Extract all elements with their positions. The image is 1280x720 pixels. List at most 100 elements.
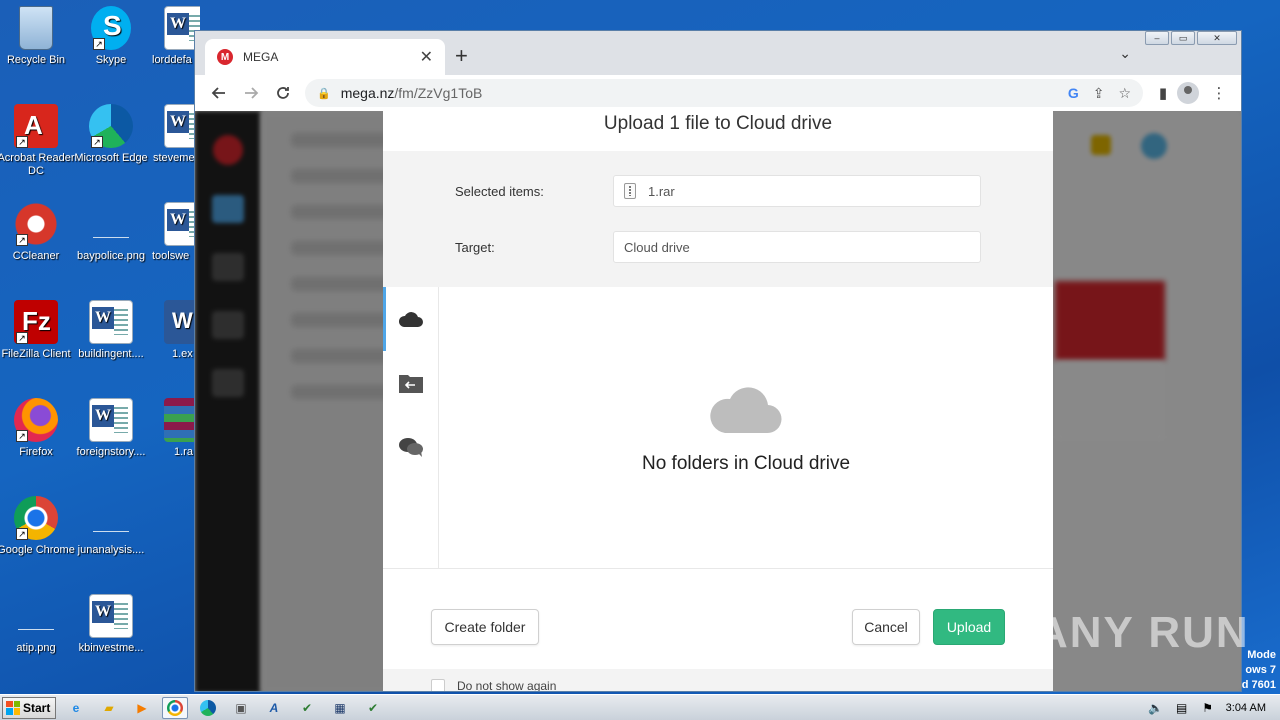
desktop-icon-steveme[interactable]: steveme <box>140 104 200 165</box>
desktop-icon-edge[interactable]: ↗ Microsoft Edge <box>71 104 151 165</box>
word-doc-icon <box>89 594 133 638</box>
target-value: Cloud drive <box>624 239 690 255</box>
image-file-icon <box>89 496 133 540</box>
os-text-line: Mode <box>1247 649 1276 661</box>
dialog-footer: Create folder Cancel Upload <box>383 569 1053 669</box>
dialog-title: Upload 1 file to Cloud drive <box>603 113 833 134</box>
dont-show-again-checkbox[interactable] <box>431 679 445 691</box>
font-app-taskbar-icon[interactable]: A <box>261 697 287 719</box>
volume-icon[interactable]: 🔈 <box>1148 701 1164 715</box>
firefox-icon: ↗ <box>14 398 58 442</box>
tab-incoming-shares[interactable] <box>383 351 438 415</box>
os-text-line: d 7601 <box>1241 679 1276 691</box>
desktop-icon-label: FileZilla Client <box>1 348 71 360</box>
start-button[interactable]: Start <box>2 696 56 719</box>
google-icon[interactable]: G <box>1068 85 1079 101</box>
upload-button[interactable]: Upload <box>933 609 1005 645</box>
window-taskbar-icon[interactable]: ▣ <box>228 697 254 719</box>
desktop-icon-label: buildingent.... <box>78 348 144 360</box>
desktop-icon-baypolice[interactable]: baypolice.png <box>71 202 151 263</box>
desktop-icon-toolswe[interactable]: toolswe <box>140 202 200 263</box>
share-icon[interactable]: ⇪ <box>1093 85 1105 102</box>
dialog-form: Selected items: 1.rar Target: Cloud driv… <box>383 151 1053 287</box>
desktop-icon-label: Acrobat Reader DC <box>0 152 75 177</box>
cloud-icon <box>398 312 423 327</box>
chrome-taskbar-icon[interactable] <box>162 696 188 719</box>
desktop-icon-kbinvestme[interactable]: kbinvestme... <box>71 594 151 655</box>
desktop-icon-1ex[interactable]: W 1.ex <box>140 300 200 361</box>
desktop-icon-atip[interactable]: atip.png <box>0 594 76 655</box>
tab-cloud-drive[interactable] <box>383 287 438 351</box>
empty-message: No folders in Cloud drive <box>641 452 851 474</box>
desktop-icon-junanalysis[interactable]: junanalysis.... <box>71 496 151 557</box>
explorer-taskbar-icon[interactable]: ▰ <box>96 697 122 719</box>
reload-button[interactable] <box>267 79 299 107</box>
side-panel-icon[interactable]: ▮ <box>1149 84 1177 102</box>
desktop-icon-foreignstory[interactable]: foreignstory.... <box>71 398 151 459</box>
dont-show-again-label: Do not show again <box>457 679 557 692</box>
clock[interactable]: 3:04 AM <box>1226 702 1266 714</box>
close-window-button[interactable]: ✕ <box>1197 31 1237 45</box>
desktop-icon-recycle-bin[interactable]: Recycle Bin <box>0 6 76 67</box>
desktop-icon-1ra[interactable]: 1.ra <box>140 398 200 459</box>
menu-kebab-icon[interactable]: ⋮ <box>1205 84 1233 102</box>
minimize-button[interactable]: – <box>1145 31 1169 45</box>
action-center-flag-icon[interactable]: ⚑ <box>1200 701 1216 715</box>
forward-button[interactable] <box>235 79 267 107</box>
desktop-icon-label: Skype <box>95 54 127 66</box>
tab-chats[interactable] <box>383 415 438 479</box>
desktop-icon-label: CCleaner <box>12 250 60 262</box>
media-player-taskbar-icon[interactable]: ▶ <box>129 697 155 719</box>
desktop-icon-label: toolswe <box>152 250 190 262</box>
back-button[interactable] <box>203 79 235 107</box>
checklist-taskbar-icon[interactable]: ✔ <box>294 697 320 719</box>
selected-items-field[interactable]: 1.rar <box>613 175 981 207</box>
edge-icon: ↗ <box>89 104 133 148</box>
edge-taskbar-icon[interactable] <box>195 697 221 719</box>
desktop-icon-ccleaner[interactable]: ↗ CCleaner <box>0 202 76 263</box>
ie-taskbar-icon[interactable]: e <box>63 697 89 719</box>
cancel-button[interactable]: Cancel <box>852 609 920 645</box>
desktop-icon-filezilla[interactable]: Fz ↗ FileZilla Client <box>0 300 76 361</box>
desktop-icon-firefox[interactable]: ↗ Firefox <box>0 398 76 459</box>
mega-page: Upload 1 file to Cloud drive Selected it… <box>195 111 1241 692</box>
tab-mega[interactable]: M MEGA ✕ <box>205 39 445 75</box>
tab-close-icon[interactable]: ✕ <box>420 47 433 67</box>
maximize-button[interactable]: ▭ <box>1171 31 1195 45</box>
word-doc-icon <box>89 398 133 442</box>
tasks-taskbar-icon[interactable]: ✔ <box>360 697 386 719</box>
network-app-taskbar-icon[interactable]: ▦ <box>327 697 353 719</box>
tab-search-chevron-icon[interactable]: ⌄ <box>1119 45 1131 62</box>
bookmark-star-icon[interactable]: ☆ <box>1118 85 1131 102</box>
desktop-icon-chrome[interactable]: ↗ Google Chrome <box>0 496 76 557</box>
image-file-icon <box>89 202 133 246</box>
desktop-icon-skype[interactable]: S ↗ Skype <box>71 6 151 67</box>
profile-button[interactable] <box>1177 82 1205 104</box>
desktop-icon-buildingent[interactable]: buildingent.... <box>71 300 151 361</box>
desktop-icon-lorddefa[interactable]: lorddefa <box>140 6 200 67</box>
avatar <box>1177 82 1199 104</box>
desktop-icon-acrobat[interactable]: A ↗ Acrobat Reader DC <box>0 104 76 178</box>
desktop-icon-label: atip.png <box>16 642 56 654</box>
target-field[interactable]: Cloud drive <box>613 231 981 263</box>
start-label: Start <box>23 700 51 715</box>
new-tab-button[interactable]: + <box>455 43 468 69</box>
upload-dialog: Upload 1 file to Cloud drive Selected it… <box>383 111 1053 692</box>
desktop-icon-label: 1.ra <box>174 446 193 458</box>
desktop-icon-label: junanalysis.... <box>77 544 145 556</box>
anyrun-watermark: ANY RUN <box>1036 608 1250 657</box>
desktop-icon-label: Recycle Bin <box>6 54 66 66</box>
desktop-icon-label: Firefox <box>19 446 53 458</box>
create-folder-button[interactable]: Create folder <box>431 609 539 645</box>
taskbar: Start e ▰ ▶ ▣ A ✔ ▦ ✔ 🔈 ▤ ⚑ 3:04 AM <box>0 694 1280 720</box>
lock-icon[interactable]: 🔒 <box>317 87 331 100</box>
target-label: Target: <box>455 239 495 255</box>
folder-share-icon <box>398 375 423 393</box>
windows-logo-icon <box>6 700 20 715</box>
image-file-icon <box>14 594 58 638</box>
ccleaner-icon: ↗ <box>14 202 58 246</box>
network-icon[interactable]: ▤ <box>1174 701 1190 715</box>
selected-items-row: Selected items: 1.rar <box>455 175 981 207</box>
address-bar[interactable]: 🔒 mega.nz/fm/ZzVg1ToB G ⇪ ☆ <box>305 79 1143 107</box>
reload-icon <box>277 87 289 99</box>
